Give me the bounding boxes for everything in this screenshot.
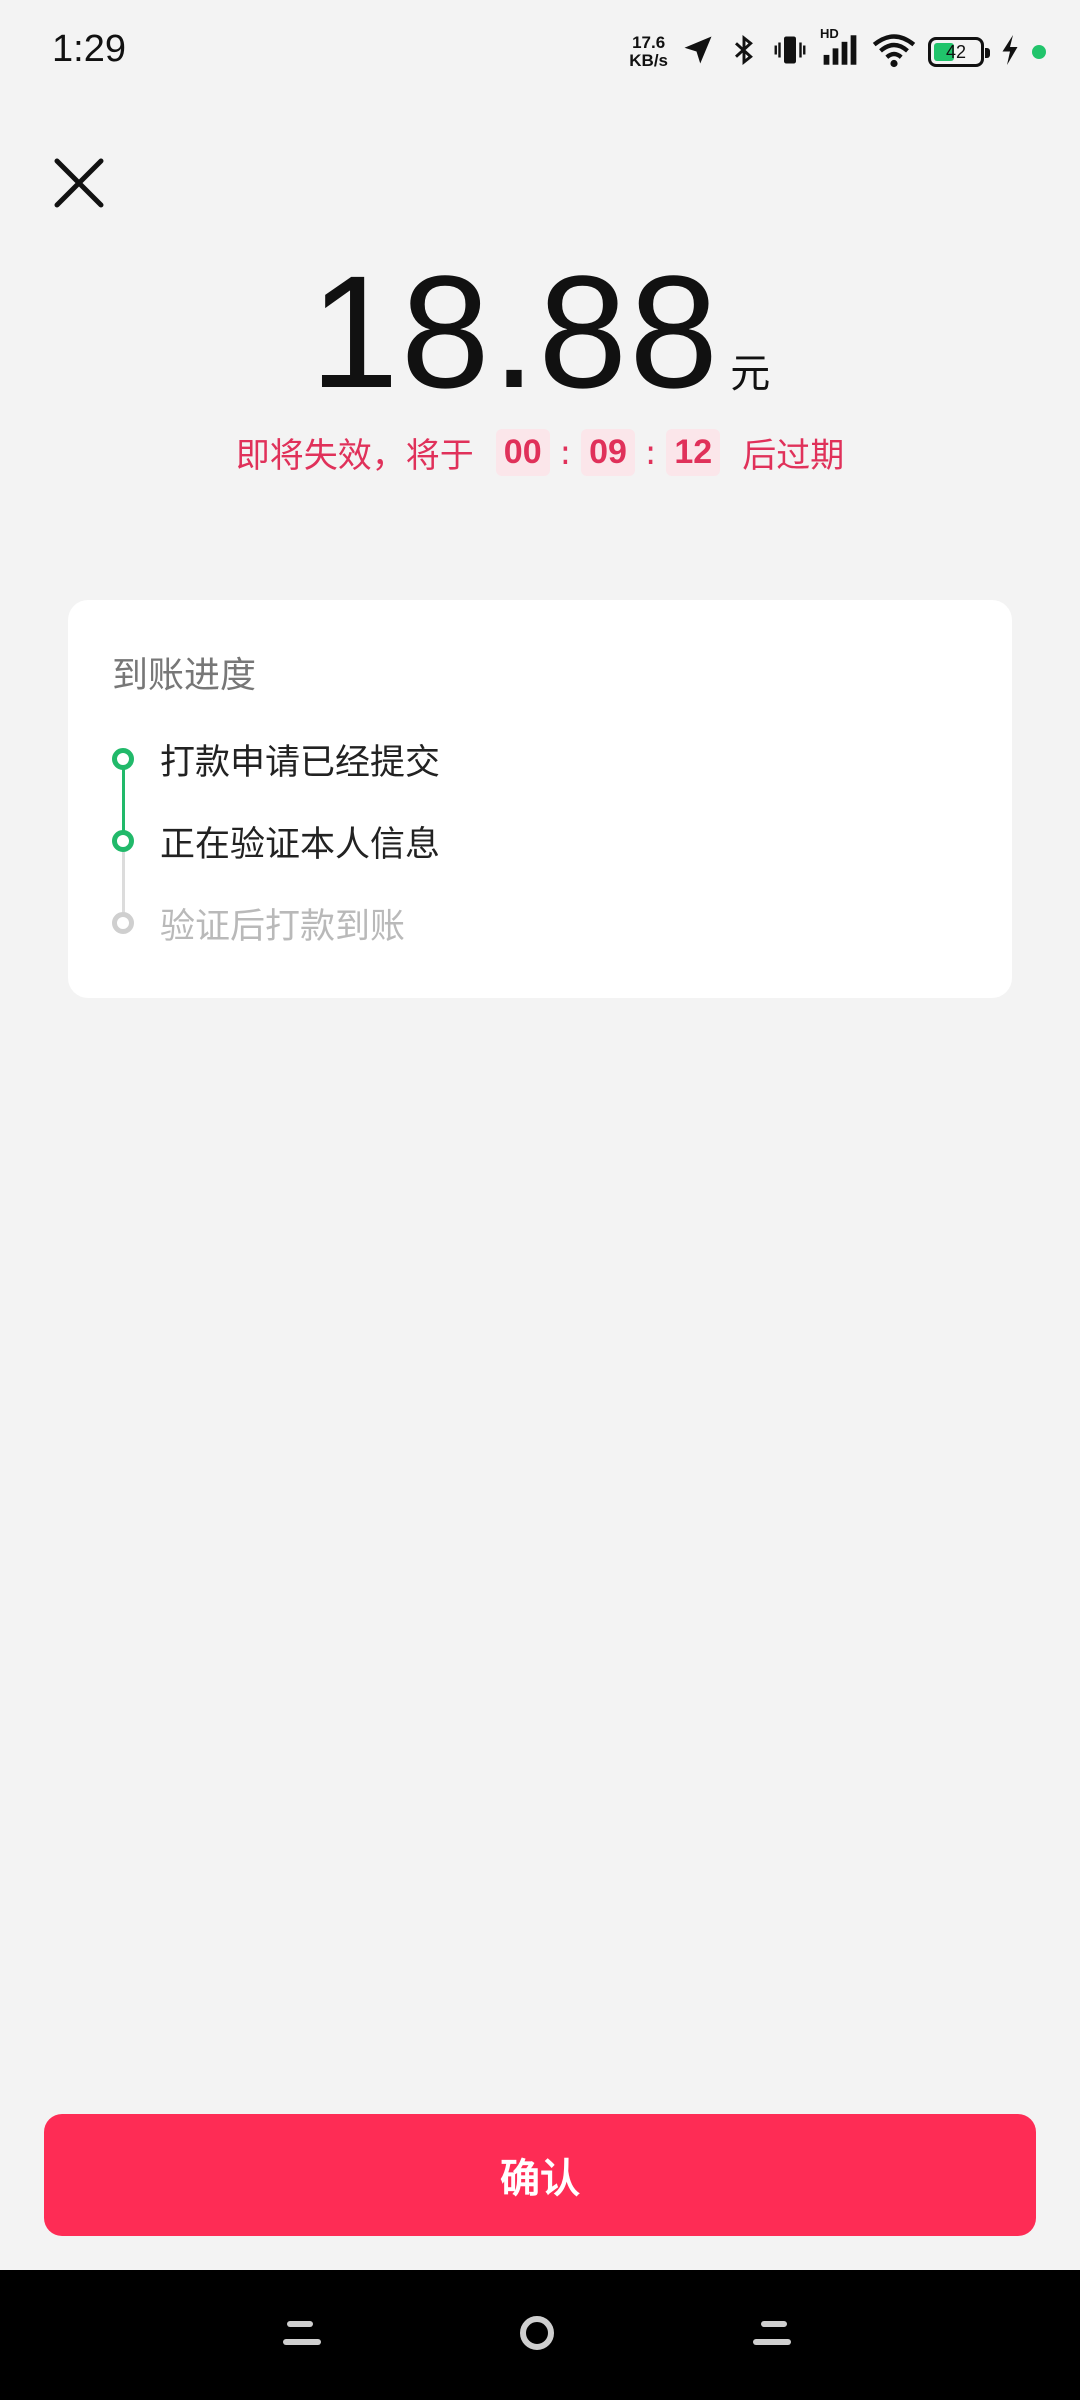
expire-prefix: 即将失效，将于 bbox=[235, 436, 474, 476]
confirm-button[interactable]: 确认 bbox=[44, 2114, 1036, 2236]
battery-icon: 42 bbox=[928, 37, 990, 67]
amount-unit: 元 bbox=[730, 351, 771, 397]
countdown-seconds: 12 bbox=[666, 429, 721, 476]
step-label: 打款申请已经提交 bbox=[160, 742, 441, 783]
status-time: 1:29 bbox=[52, 28, 126, 70]
progress-title: 到账进度 bbox=[112, 655, 257, 696]
recents-nav-button[interactable] bbox=[736, 2300, 806, 2370]
expire-suffix: 后过期 bbox=[742, 436, 845, 476]
progress-card: 到账进度 打款申请已经提交 正在验证本人信息 验证后打款到账 bbox=[68, 600, 1012, 998]
countdown-minutes: 09 bbox=[581, 429, 635, 476]
step-label: 验证后打款到账 bbox=[160, 906, 406, 947]
expire-countdown: 即将失效，将于 00 : 09 : 12 后过期 bbox=[0, 428, 1080, 477]
bluetooth-icon bbox=[728, 32, 760, 72]
countdown-separator: : bbox=[644, 432, 657, 473]
progress-step-3: 验证后打款到账 bbox=[112, 898, 405, 948]
amount-value: 18.88 bbox=[309, 242, 721, 421]
countdown-separator: : bbox=[559, 432, 572, 473]
signal-icon: HD bbox=[820, 26, 860, 72]
step-label: 正在验证本人信息 bbox=[160, 824, 441, 865]
hd-label: HD bbox=[820, 26, 839, 41]
home-nav-icon bbox=[517, 2313, 557, 2357]
navigation-bar bbox=[0, 2270, 1080, 2400]
status-icons: 17.6 KB/s HD 42 bbox=[629, 26, 1046, 76]
step-done-icon bbox=[112, 830, 134, 852]
back-nav-button[interactable] bbox=[268, 2300, 338, 2370]
network-speed: 17.6 KB/s bbox=[629, 34, 668, 70]
network-speed-unit: KB/s bbox=[629, 51, 668, 70]
green-dot-indicator bbox=[1032, 45, 1046, 59]
battery-level: 42 bbox=[945, 41, 967, 62]
home-nav-button[interactable] bbox=[502, 2300, 572, 2370]
charging-icon bbox=[1000, 35, 1020, 69]
location-arrow-icon bbox=[680, 32, 716, 72]
step-pending-icon bbox=[112, 912, 134, 934]
close-icon bbox=[53, 157, 105, 213]
progress-step-1: 打款申请已经提交 bbox=[112, 734, 440, 784]
recents-nav-icon bbox=[749, 2315, 793, 2355]
screen: 1:29 17.6 KB/s HD 42 18.88 元 即将失效，将于 00 … bbox=[0, 0, 1080, 2400]
back-nav-icon bbox=[281, 2315, 325, 2355]
close-button[interactable] bbox=[44, 150, 114, 220]
network-speed-value: 17.6 bbox=[632, 33, 666, 52]
step-done-icon bbox=[112, 748, 134, 770]
progress-step-2: 正在验证本人信息 bbox=[112, 816, 440, 866]
vibrate-icon bbox=[772, 31, 808, 73]
amount-display: 18.88 元 bbox=[0, 240, 1080, 424]
countdown-hours: 00 bbox=[495, 429, 550, 476]
wifi-icon bbox=[872, 32, 916, 72]
status-bar: 1:29 17.6 KB/s HD 42 bbox=[0, 0, 1080, 100]
